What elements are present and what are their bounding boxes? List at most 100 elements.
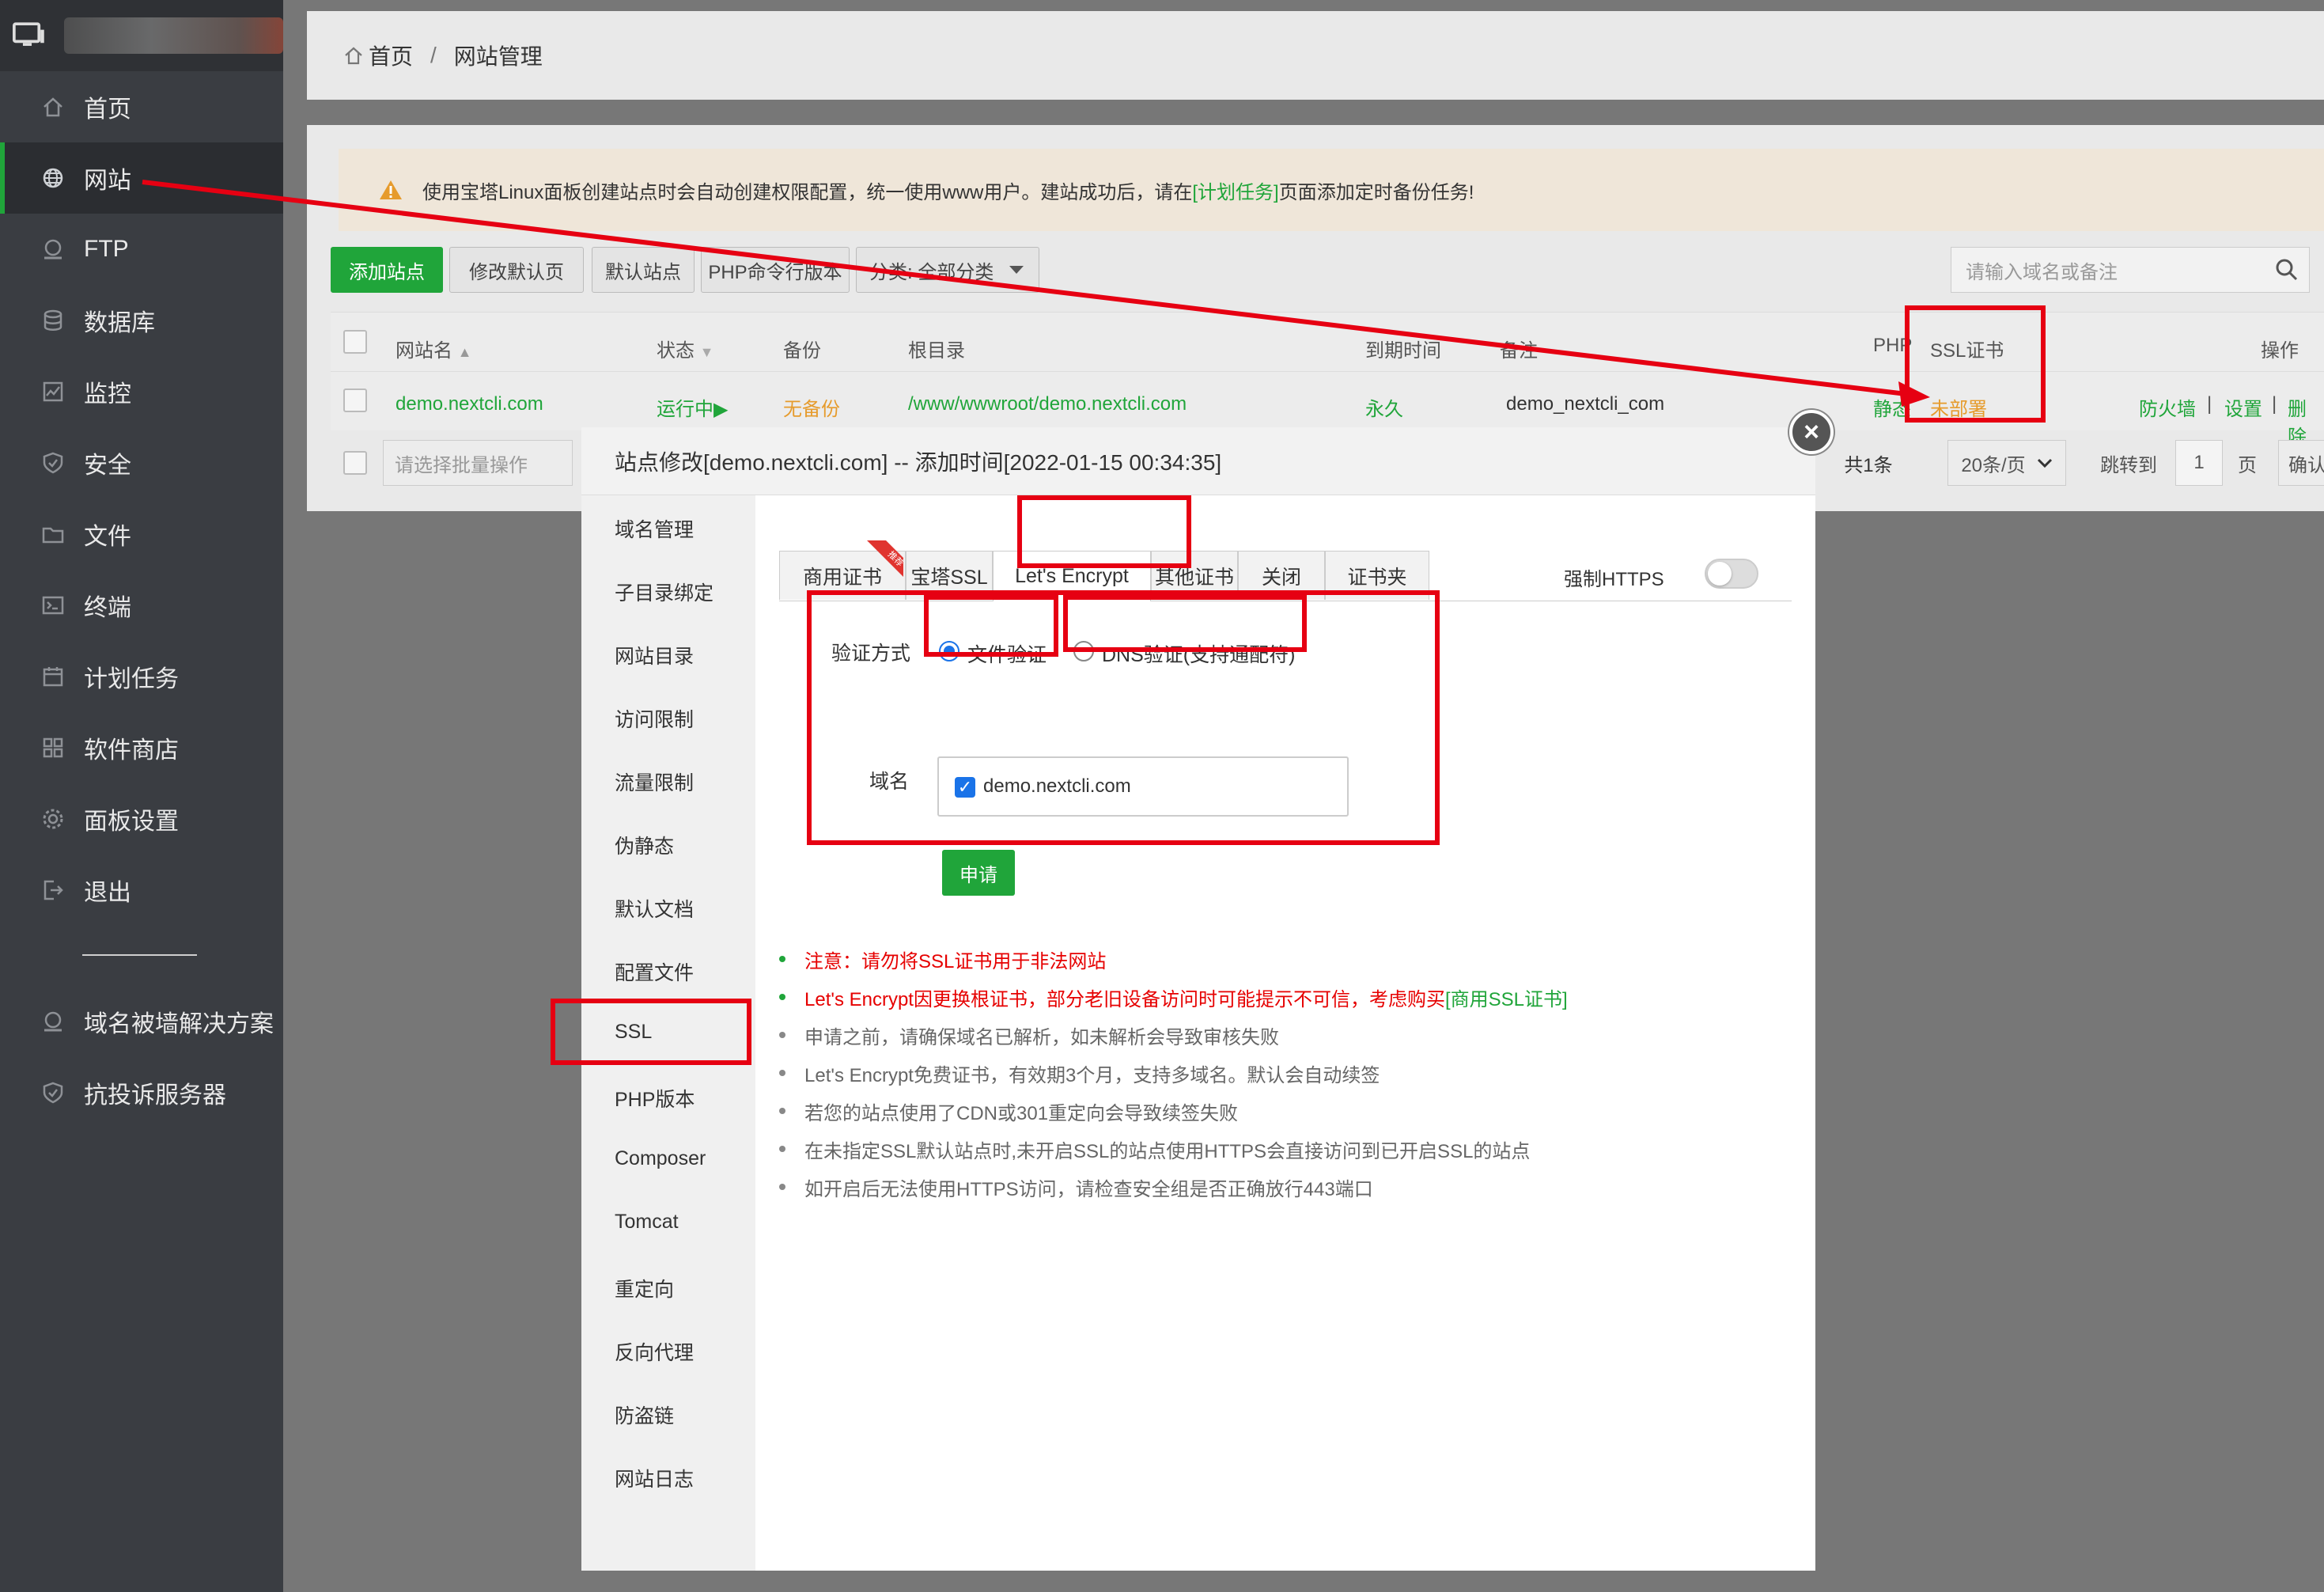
site-backup[interactable]: 无备份 [783,393,840,421]
category-select[interactable]: 分类: 全部分类 [856,247,1039,293]
sidebar-item-logout[interactable]: 退出 [0,855,283,926]
sidebar-item-label: 面板设置 [84,809,179,835]
sidebar-item-home[interactable]: 首页 [0,71,283,142]
modal-nav-item-reverse-proxy[interactable]: 反向代理 [615,1337,694,1366]
sidebar-item-database[interactable]: 数据库 [0,285,283,356]
modal-nav-item-site-dir[interactable]: 网站目录 [615,641,694,669]
chevron-down-icon [2037,458,2052,468]
breadcrumb-home[interactable]: 首页 [369,40,413,71]
category-select-label: 分类: 全部分类 [869,261,994,283]
blurred-hostname [63,17,283,54]
sidebar-item-anti-complaint[interactable]: 抗投诉服务器 [0,1057,283,1128]
sidebar-item-store[interactable]: 软件商店 [0,712,283,783]
sidebar: 首页 网站 FTP 数据库 监控 安全 文件 终端 计划任务 软件商店 面板设置… [0,0,283,1592]
modal-nav-item-access-limit[interactable]: 访问限制 [615,704,694,733]
sidebar-item-label: 抗投诉服务器 [84,1082,226,1109]
modal-nav-item-php-version[interactable]: PHP版本 [615,1084,695,1113]
sidebar-item-settings[interactable]: 面板设置 [0,783,283,855]
sidebar-divider [82,954,197,956]
sidebar-item-website[interactable]: 网站 [0,142,283,214]
bullet [779,1032,785,1038]
tip-text: 在未指定SSL默认站点时,未开启SSL的站点使用HTTPS会直接访问到已开启SS… [804,1140,1531,1162]
site-expire[interactable]: 永久 [1365,393,1403,421]
commercial-ssl-link[interactable]: [商用SSL证书] [1445,984,1568,1011]
site-name-link[interactable]: demo.nextcli.com [396,393,543,415]
site-status[interactable]: 运行中▶ [657,393,728,421]
ftp-icon [41,237,65,261]
sidebar-item-label: 终端 [84,595,131,621]
sidebar-item-terminal[interactable]: 终端 [0,570,283,641]
jump-to-label: 跳转到 [2100,454,2157,476]
firewall-link[interactable]: 防火墙 [2139,393,2196,421]
per-page-select[interactable]: 20条/页 [1947,440,2066,486]
op-separator: | [2272,393,2277,415]
breadcrumb: 首页 / 网站管理 [307,11,2324,100]
notice-text: 使用宝塔Linux面板创建站点时会自动创建权限配置，统一使用www用户。建站成功… [422,181,1193,203]
sidebar-item-label: 数据库 [84,310,155,336]
modal-nav-item-site-logs[interactable]: 网站日志 [615,1464,694,1492]
list-item: 若您的站点使用了CDN或301重定向会导致续签失败 [779,1092,1568,1130]
force-https-toggle[interactable] [1705,559,1758,589]
modal-nav-item-rewrite[interactable]: 伪静态 [615,831,674,859]
sidebar-item-label: 计划任务 [84,666,179,692]
modal-nav-item-redirect[interactable]: 重定向 [615,1274,674,1302]
row-checkbox[interactable] [343,389,367,412]
col-header-root: 根目录 [908,340,965,362]
tip-text: Let's Encrypt因更换根证书，部分老旧设备访问时可能提示不可信，考虑购… [804,988,1445,1010]
bullet [779,1146,785,1152]
search-input[interactable]: 请输入域名或备注 [1951,247,2310,293]
modal-nav-item-default-doc[interactable]: 默认文档 [615,894,694,923]
footer-select-all-checkbox[interactable] [343,451,367,475]
col-header-name[interactable]: 网站名 ▲ [396,335,472,362]
jump-confirm-button[interactable]: 确认 [2278,440,2324,486]
warning-icon [380,180,402,199]
notice-bar: 使用宝塔Linux面板创建站点时会自动创建权限配置，统一使用www用户。建站成功… [339,149,2324,231]
list-item: 在未指定SSL默认站点时,未开启SSL的站点使用HTTPS会直接访问到已开启SS… [779,1130,1568,1168]
modal-nav-item-composer[interactable]: Composer [615,1147,706,1170]
modal-nav-item-subdir[interactable]: 子目录绑定 [615,578,713,606]
modal-nav-item-traffic-limit[interactable]: 流量限制 [615,768,694,796]
modal-title: 站点修改[demo.nextcli.com] -- 添加时间[2022-01-1… [581,427,1815,495]
col-header-status[interactable]: 状态 ▼ [657,335,714,362]
tip-text: 注意：请勿将SSL证书用于非法网站 [804,950,1107,972]
notice-link[interactable]: [计划任务] [1192,176,1278,204]
page-number-input[interactable]: 1 [2175,440,2223,486]
calendar-icon [41,665,65,688]
monitor-icon [41,380,65,404]
settings-link[interactable]: 设置 [2224,393,2262,421]
col-header-remark: 备注 [1500,340,1538,362]
col-header-name-label: 网站名 [396,340,452,362]
chevron-down-icon [1009,266,1024,274]
batch-action-select[interactable]: 请选择批量操作 [383,440,573,486]
logout-icon [41,878,65,902]
default-site-button[interactable]: 默认站点 [592,247,695,293]
modal-close-button[interactable]: × [1789,410,1834,454]
search-icon[interactable] [2275,258,2299,282]
server-icon [41,1010,65,1033]
highlight-lets-encrypt-tab [1017,495,1191,568]
sidebar-item-files[interactable]: 文件 [0,498,283,570]
highlight-file-verify [924,595,1058,657]
modal-nav-item-config[interactable]: 配置文件 [615,957,694,986]
sidebar-item-ftp[interactable]: FTP [0,214,283,285]
modal-nav-item-tomcat[interactable]: Tomcat [615,1211,679,1234]
select-all-checkbox[interactable] [343,330,367,354]
sidebar-item-cron[interactable]: 计划任务 [0,641,283,712]
force-https-label: 强制HTTPS [1564,569,1664,590]
sidebar-item-domain-blocked[interactable]: 域名被墙解决方案 [0,986,283,1057]
sidebar-item-monitor[interactable]: 监控 [0,356,283,427]
list-item: Let's Encrypt免费证书，有效期3个月，支持多域名。默认会自动续签 [779,1054,1568,1092]
logo-bar [0,0,283,71]
modal-nav-item-hotlink[interactable]: 防盗链 [615,1401,674,1429]
edit-default-page-button[interactable]: 修改默认页 [449,247,584,293]
site-remark[interactable]: demo_nextcli_com [1506,393,1664,415]
col-header-expire[interactable]: 到期时间 [1365,335,1441,362]
apply-button[interactable]: 申请 [942,850,1015,896]
sidebar-item-security[interactable]: 安全 [0,427,283,498]
gear-icon [41,807,65,831]
modal-nav-item-domains[interactable]: 域名管理 [615,514,694,543]
sidebar-item-label: 域名被墙解决方案 [84,1011,274,1037]
php-cli-version-button[interactable]: PHP命令行版本 [701,247,850,293]
site-root-link[interactable]: /www/wwwroot/demo.nextcli.com [908,393,1187,415]
add-site-button[interactable]: 添加站点 [331,247,443,293]
